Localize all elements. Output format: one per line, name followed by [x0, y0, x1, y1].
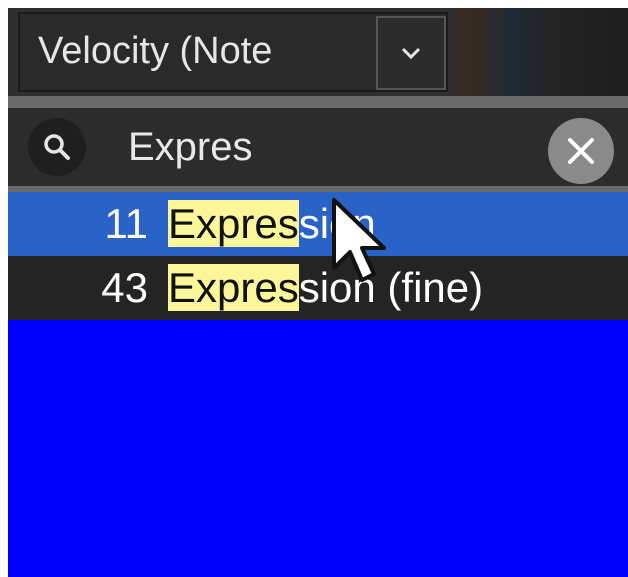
parameter-dropdown[interactable]: Velocity (Note: [18, 12, 448, 92]
dropdown-label: Velocity (Note: [38, 30, 273, 72]
top-bar: Velocity (Note: [8, 8, 628, 96]
parameter-picker: Velocity (Note 11 Expression: [8, 8, 628, 577]
result-number: 43: [101, 264, 148, 311]
divider: [8, 96, 628, 108]
match-highlight: Expres: [168, 200, 299, 247]
mouse-cursor-icon: [332, 198, 386, 282]
result-name-rest: sion (fine): [298, 264, 484, 311]
result-row-selected[interactable]: 11 Expression: [8, 192, 628, 256]
search-input[interactable]: [128, 122, 528, 172]
match-highlight: Expres: [168, 264, 299, 311]
background-preview: [448, 8, 628, 96]
chevron-down-icon: [401, 47, 421, 60]
clear-search-button[interactable]: [548, 118, 614, 184]
search-bar: [8, 108, 628, 186]
result-number: 11: [104, 200, 148, 247]
search-icon: [28, 118, 86, 176]
close-icon: [568, 138, 594, 164]
dropdown-arrow-button[interactable]: [376, 16, 446, 90]
result-name: Expression (fine): [168, 264, 483, 312]
result-row[interactable]: 43 Expression (fine): [8, 256, 628, 320]
